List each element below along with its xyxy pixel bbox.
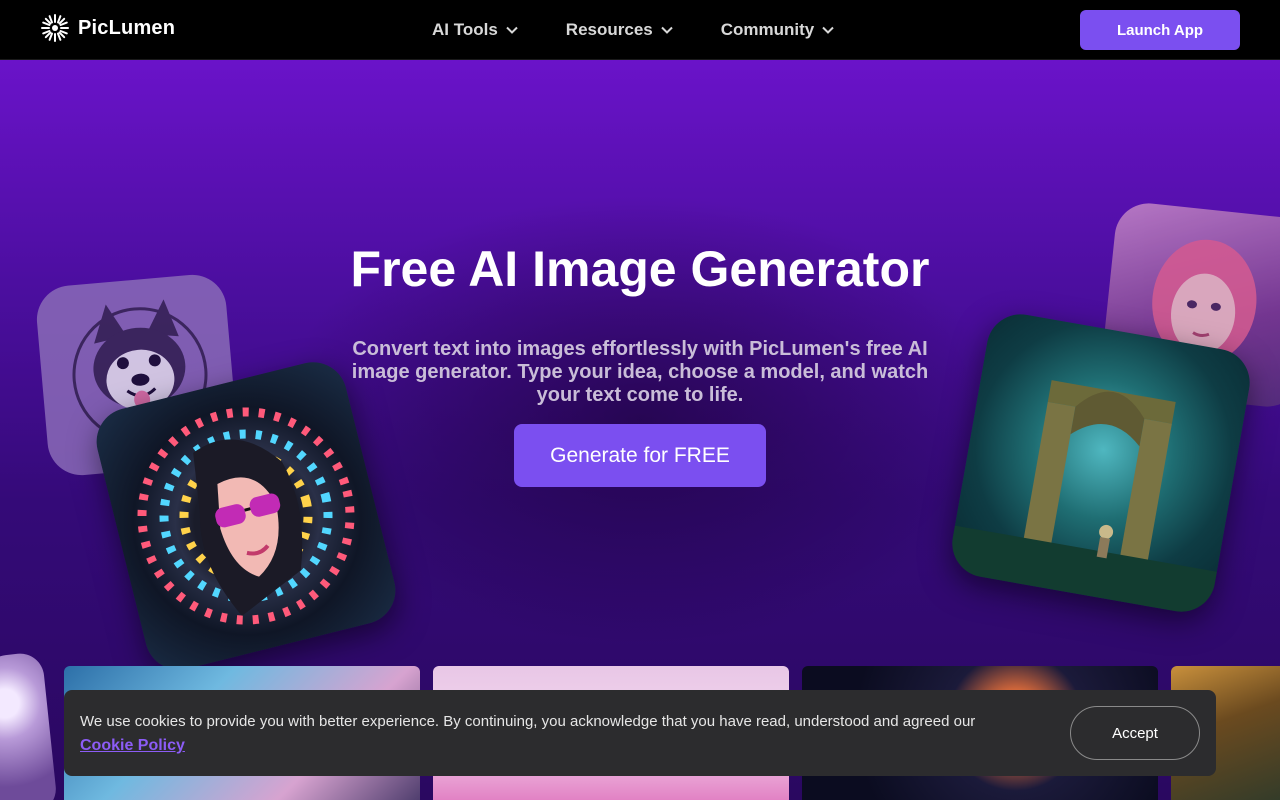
brand-logo[interactable]: PicLumen bbox=[40, 13, 175, 43]
brand-name: PicLumen bbox=[78, 16, 176, 39]
cookie-policy-link[interactable]: Cookie Policy bbox=[80, 737, 185, 754]
cookie-message-text: We use cookies to provide you with bette… bbox=[80, 713, 976, 730]
chevron-down-icon bbox=[822, 26, 834, 34]
underwater-ruins-image bbox=[946, 308, 1256, 618]
launch-app-button[interactable]: Launch App bbox=[1080, 10, 1240, 50]
nav-resources[interactable]: Resources bbox=[566, 20, 673, 40]
accept-cookies-button[interactable]: Accept bbox=[1070, 706, 1200, 760]
chevron-down-icon bbox=[506, 26, 518, 34]
chevron-down-icon bbox=[661, 26, 673, 34]
top-navigation-bar: PicLumen AI Tools Resources Community La… bbox=[0, 0, 1280, 60]
hero-section: Free AI Image Generator Convert text int… bbox=[0, 60, 1280, 800]
main-menu: AI Tools Resources Community bbox=[432, 0, 834, 60]
nav-resources-label: Resources bbox=[565, 20, 653, 39]
sunburst-icon bbox=[41, 14, 69, 42]
hero-title: Free AI Image Generator bbox=[350, 241, 930, 297]
gallery-image[interactable] bbox=[0, 651, 59, 800]
hero-description: Convert text into images effortlessly wi… bbox=[351, 338, 929, 406]
nav-ai-tools-label: AI Tools bbox=[432, 20, 498, 39]
nav-community[interactable]: Community bbox=[721, 20, 835, 40]
generate-for-free-button[interactable]: Generate for FREE bbox=[514, 424, 766, 487]
cookie-consent-banner: We use cookies to provide you with bette… bbox=[64, 690, 1216, 776]
nav-ai-tools[interactable]: AI Tools bbox=[432, 20, 518, 40]
nav-community-label: Community bbox=[720, 20, 815, 39]
ruins-illustration bbox=[946, 380, 1217, 618]
cookie-message: We use cookies to provide you with bette… bbox=[80, 710, 1000, 758]
